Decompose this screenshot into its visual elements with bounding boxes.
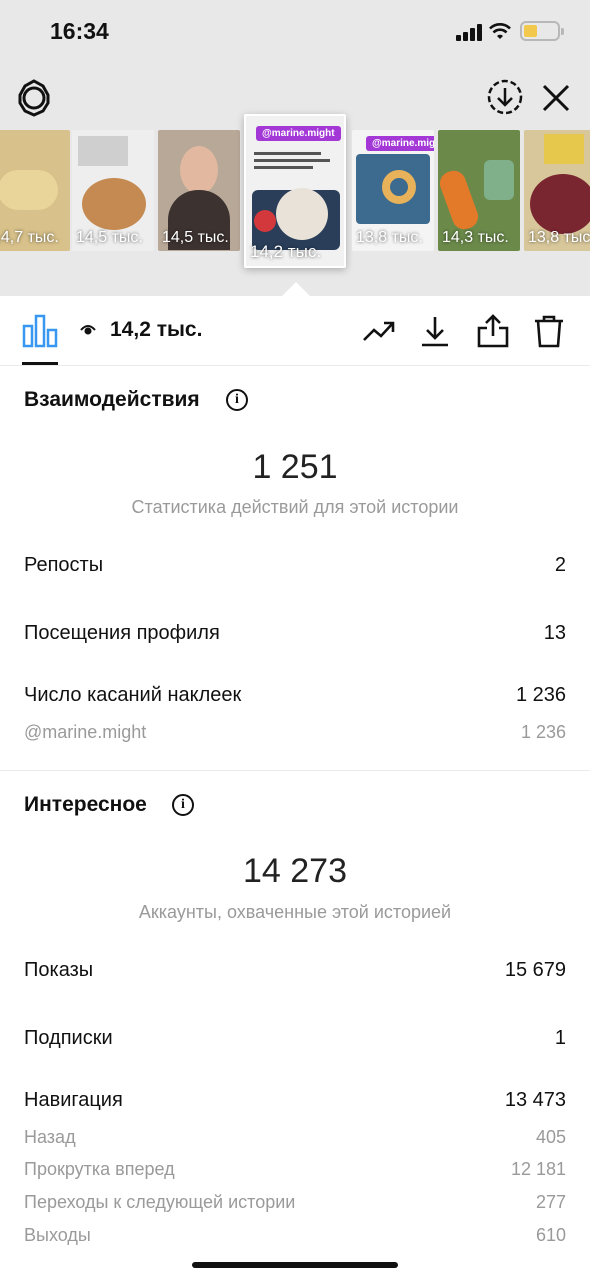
back-label: Назад xyxy=(24,1127,76,1147)
thumbnail-views: 14,5 тыс. xyxy=(162,229,229,246)
navigation-label: Навигация xyxy=(24,1089,123,1111)
wifi-icon xyxy=(489,23,511,39)
thumbnail-views: 14,7 тыс. xyxy=(0,229,59,246)
sticker-taps-label: Число касаний наклеек xyxy=(24,684,242,706)
status-bar: 16:34 xyxy=(0,0,590,64)
story-thumbnail[interactable]: 14,3 тыс. xyxy=(438,130,520,251)
impressions-label: Показы xyxy=(24,959,94,981)
interactions-info-icon[interactable]: i xyxy=(226,389,248,411)
mention-tag: @marine.might xyxy=(256,126,341,141)
thumbnail-views: 14,2 тыс. xyxy=(250,242,322,261)
back-value: 405 xyxy=(535,1127,566,1147)
story-thumbnail[interactable]: 14,5 тыс. xyxy=(158,130,240,251)
mention-sticker-value: 1 236 xyxy=(520,722,566,742)
close-icon[interactable] xyxy=(538,80,574,116)
navigation-value: 13 473 xyxy=(504,1089,566,1111)
discovery-total: 14 273 xyxy=(243,852,347,890)
story-thumbnail-selected[interactable]: @marine.might 14,2 тыс. xyxy=(244,114,346,268)
selected-pointer xyxy=(282,282,310,296)
status-time: 16:34 xyxy=(50,18,109,44)
follows-label: Подписки xyxy=(24,1027,113,1049)
forward-label: Прокрутка вперед xyxy=(24,1159,175,1179)
promote-trend-icon[interactable] xyxy=(362,314,396,348)
settings-gear-icon[interactable] xyxy=(14,78,54,118)
mention-tag: @marine.might xyxy=(366,136,434,151)
reposts-label: Репосты xyxy=(24,554,104,576)
thumbnail-views: 13,8 тыс. xyxy=(356,229,423,246)
impressions-value: 15 679 xyxy=(504,959,566,981)
home-indicator[interactable] xyxy=(192,1262,398,1268)
sticker-taps-value: 1 236 xyxy=(515,684,566,706)
thumbnail-views: 14,3 тыс. xyxy=(442,229,509,246)
insights-chart-icon[interactable] xyxy=(22,314,58,348)
next-story-value: 277 xyxy=(535,1192,566,1212)
story-thumbnail[interactable]: 13,8 тыс. xyxy=(524,130,590,251)
cellular-signal-icon xyxy=(456,24,482,41)
discovery-info-icon[interactable]: i xyxy=(172,794,194,816)
thumbnail-views: 14,5 тыс. xyxy=(76,229,143,246)
story-thumbnail[interactable]: 14,7 тыс. xyxy=(0,130,70,251)
views-count: 14,2 тыс. xyxy=(110,318,203,341)
next-story-label: Переходы к следующей истории xyxy=(24,1192,296,1212)
section-divider xyxy=(0,770,590,771)
download-icon[interactable] xyxy=(418,314,452,348)
profile-visits-label: Посещения профиля xyxy=(24,622,220,644)
share-icon[interactable] xyxy=(476,314,510,348)
delete-trash-icon[interactable] xyxy=(532,314,566,348)
thumbnail-views: 13,8 тыс. xyxy=(528,229,590,246)
profile-visits-value: 13 xyxy=(543,622,566,644)
save-download-icon[interactable] xyxy=(486,78,524,116)
reposts-value: 2 xyxy=(554,554,566,576)
exits-label: Выходы xyxy=(24,1225,91,1245)
forward-value: 12 181 xyxy=(510,1159,566,1179)
follows-value: 1 xyxy=(554,1027,566,1049)
discovery-caption: Аккаунты, охваченные этой историей xyxy=(138,902,452,922)
battery-icon xyxy=(520,21,564,41)
interactions-caption: Статистика действий для этой истории xyxy=(131,497,459,517)
story-thumbnail[interactable]: 14,5 тыс. xyxy=(72,130,154,251)
discovery-title: Интересное xyxy=(24,793,147,816)
exits-value: 610 xyxy=(535,1225,566,1245)
story-thumbnail[interactable]: @marine.might 13,8 тыс. xyxy=(352,130,434,251)
story-header: 16:34 14,7 тыс. 14,5 тыс xyxy=(0,0,590,296)
mention-sticker-label: @marine.might xyxy=(24,722,147,742)
interactions-total: 1 251 xyxy=(252,448,338,486)
interactions-title: Взаимодействия xyxy=(24,388,200,411)
active-tab-underline xyxy=(22,362,58,365)
story-action-bar: 14,2 тыс. xyxy=(0,296,590,366)
story-thumbnails-strip: 14,7 тыс. 14,5 тыс. 14,5 тыс. @marine.mi… xyxy=(0,114,590,270)
views-eye-icon xyxy=(80,325,96,335)
